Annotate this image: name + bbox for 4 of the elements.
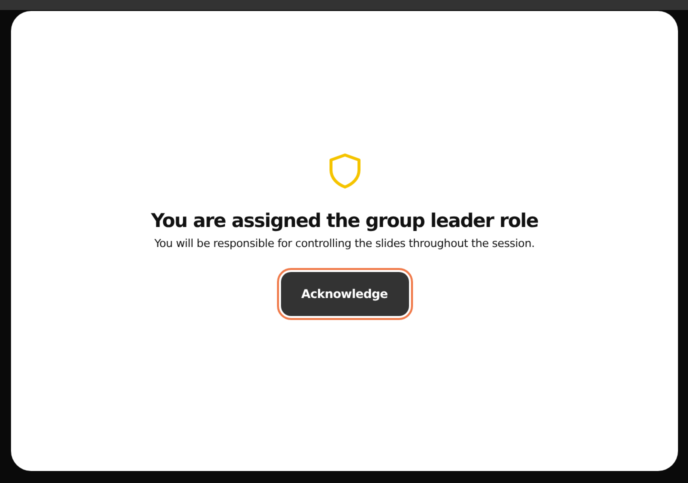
dialog-message: You will be responsible for controlling the slides throughout the session.	[154, 237, 535, 250]
shield-icon	[328, 152, 362, 190]
dialog-title: You are assigned the group leader role	[150, 210, 538, 232]
acknowledge-button[interactable]: Acknowledge	[280, 272, 408, 316]
